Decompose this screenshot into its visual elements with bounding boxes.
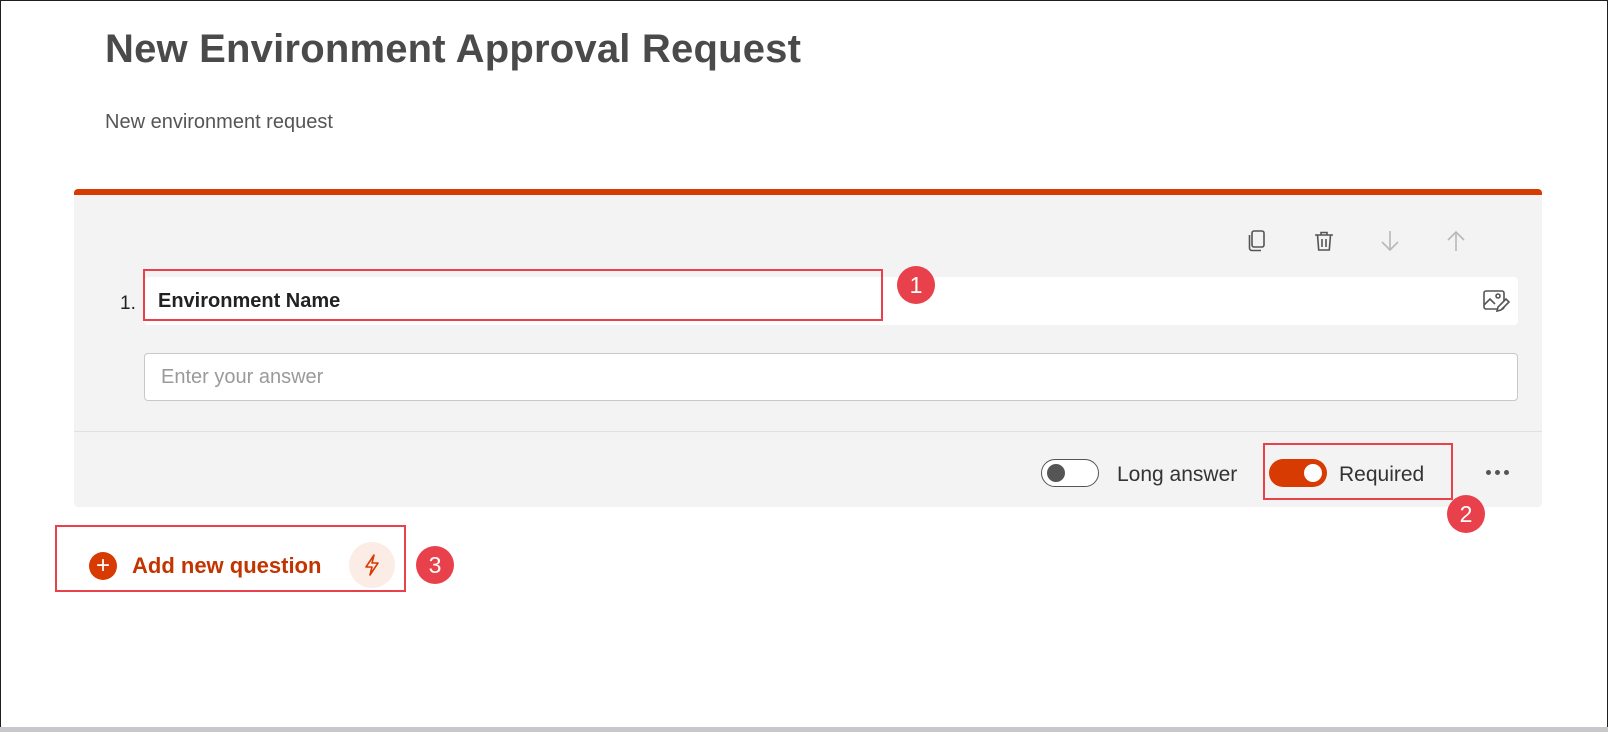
answer-placeholder: Enter your answer (161, 366, 324, 388)
move-down-icon[interactable] (1375, 226, 1405, 256)
highlight-box-question-title (143, 269, 883, 321)
long-answer-label: Long answer (1117, 463, 1238, 486)
insert-media-icon[interactable] (1480, 286, 1511, 316)
long-answer-toggle[interactable] (1041, 459, 1099, 487)
form-title[interactable]: New Environment Approval Request (105, 27, 801, 72)
move-up-icon[interactable] (1441, 226, 1471, 256)
callout-badge-2: 2 (1447, 495, 1485, 533)
bottom-edge (0, 727, 1608, 732)
form-subtitle[interactable]: New environment request (105, 111, 333, 134)
callout-badge-3: 3 (416, 546, 454, 584)
answer-input[interactable]: Enter your answer (144, 353, 1518, 401)
more-options-icon[interactable] (1480, 457, 1514, 487)
highlight-box-add-question (55, 525, 406, 592)
delete-icon[interactable] (1309, 226, 1339, 256)
copy-icon[interactable] (1243, 226, 1273, 256)
highlight-box-required (1263, 443, 1453, 500)
toggle-knob (1047, 464, 1065, 482)
callout-badge-1: 1 (897, 266, 935, 304)
card-divider (74, 431, 1542, 432)
app-frame: New Environment Approval Request New env… (0, 0, 1608, 727)
question-number: 1. (120, 293, 136, 314)
